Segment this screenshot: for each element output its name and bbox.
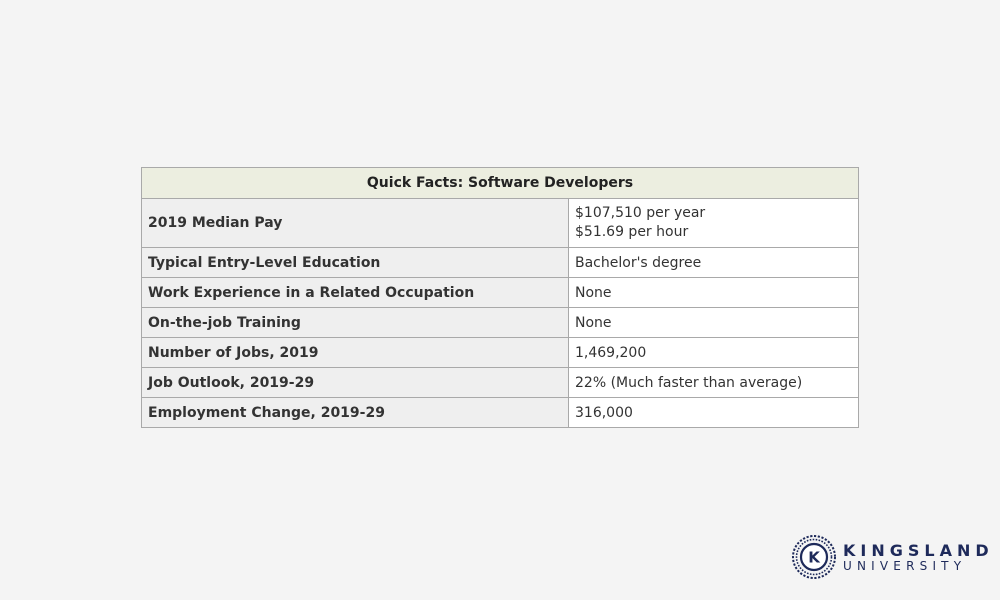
row-label: Work Experience in a Related Occupation bbox=[141, 277, 569, 308]
table-row-number-of-jobs: Number of Jobs, 2019 1,469,200 bbox=[141, 337, 859, 368]
row-label: 2019 Median Pay bbox=[141, 198, 569, 248]
row-label: Job Outlook, 2019-29 bbox=[141, 367, 569, 398]
kingsland-university-logo: K KINGSLAND UNIVERSITY bbox=[791, 534, 989, 584]
median-pay-yearly: $107,510 per year bbox=[575, 205, 706, 221]
row-value: $107,510 per year $51.69 per hour bbox=[568, 198, 859, 248]
row-value: None bbox=[568, 307, 859, 338]
university-seal-icon: K bbox=[792, 535, 836, 579]
row-value: 1,469,200 bbox=[568, 337, 859, 368]
row-value: 22% (Much faster than average) bbox=[568, 367, 859, 398]
table-row-median-pay: 2019 Median Pay $107,510 per year $51.69… bbox=[141, 198, 859, 248]
row-value: Bachelor's degree bbox=[568, 247, 859, 278]
table-row-work-experience: Work Experience in a Related Occupation … bbox=[141, 277, 859, 308]
logo-name-bottom: UNIVERSITY bbox=[843, 559, 967, 573]
table-header-row: Quick Facts: Software Developers bbox=[141, 167, 859, 199]
table-caption: Quick Facts: Software Developers bbox=[141, 167, 859, 199]
row-value: 316,000 bbox=[568, 397, 859, 428]
row-label: Number of Jobs, 2019 bbox=[141, 337, 569, 368]
seal-letter: K bbox=[808, 549, 821, 567]
median-pay-hourly: $51.69 per hour bbox=[575, 224, 689, 240]
table-row-job-outlook: Job Outlook, 2019-29 22% (Much faster th… bbox=[141, 367, 859, 398]
row-label: Typical Entry-Level Education bbox=[141, 247, 569, 278]
row-label: Employment Change, 2019-29 bbox=[141, 397, 569, 428]
table-row-education: Typical Entry-Level Education Bachelor's… bbox=[141, 247, 859, 278]
table-row-employment-change: Employment Change, 2019-29 316,000 bbox=[141, 397, 859, 428]
quick-facts-table: Quick Facts: Software Developers 2019 Me… bbox=[141, 167, 859, 428]
logo-name-top: KINGSLAND bbox=[843, 541, 994, 560]
row-value: None bbox=[568, 277, 859, 308]
row-label: On-the-job Training bbox=[141, 307, 569, 338]
table-row-training: On-the-job Training None bbox=[141, 307, 859, 338]
